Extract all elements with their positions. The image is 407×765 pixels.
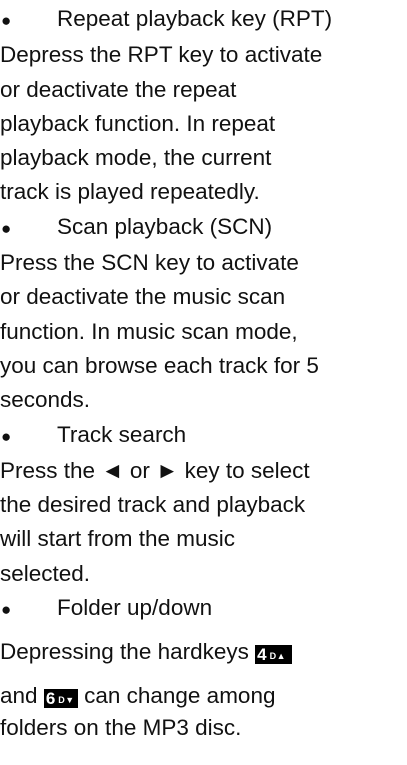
section-heading-scan: ● Scan playback (SCN)	[0, 210, 407, 246]
section-heading-folder: ● Folder up/down	[0, 591, 407, 627]
text-line: the desired track and playback	[0, 492, 306, 518]
text-line: Depress the RPT key to activate	[0, 42, 323, 68]
line-text: Depressing the hardkeys	[0, 639, 249, 665]
paragraph-repeat: Depress the RPT key to activate or deact…	[0, 38, 407, 209]
text-line: folders on the MP3 disc.	[0, 715, 242, 741]
heading-text: Repeat playback key (RPT)	[57, 6, 333, 31]
manual-page: ● Repeat playback key (RPT) Depress the R…	[0, 0, 407, 765]
key-number: 6	[45, 689, 56, 709]
line-text: can change among	[84, 683, 276, 709]
key-label: D▲	[269, 651, 287, 662]
bullet-icon: ●	[1, 426, 12, 446]
heading-text: Scan playback (SCN)	[57, 213, 273, 239]
key-number: 4	[257, 645, 267, 665]
text-line: Press the SCN key to activate	[0, 250, 299, 276]
text-line: Press the ◄ or ► key to select	[0, 457, 310, 483]
text-line: or deactivate the music scan	[0, 284, 286, 310]
text-line: selected.	[0, 560, 91, 586]
text-line: function. In music scan mode,	[0, 318, 298, 344]
text-line: you can browse each track for 5	[0, 352, 319, 378]
text-line: playback mode, the current	[0, 145, 272, 171]
heading-text: Track search	[57, 421, 187, 447]
paragraph-folder: Depressing the hardkeys 4 D▲ and 6 D▼ can …	[0, 635, 407, 743]
text-line: and 6 D▼ can change among	[0, 679, 407, 713]
text-line: seconds.	[0, 387, 91, 413]
folder-down-key-icon: 6 D▼	[43, 689, 78, 709]
heading-text: Folder up/down	[57, 595, 213, 621]
text-line: playback function. In repeat	[0, 110, 276, 136]
section-heading-repeat: ● Repeat playback key (RPT)	[0, 2, 407, 38]
text-line: will start from the music	[0, 526, 236, 552]
text-line: track is played repeatedly.	[0, 179, 260, 205]
bullet-icon: ●	[1, 600, 12, 620]
folder-up-key-icon: 4 D▲	[255, 645, 293, 665]
bullet-icon: ●	[1, 218, 12, 238]
text-line: or deactivate the repeat	[0, 76, 237, 102]
paragraph-track-search: Press the ◄ or ► key to select the desir…	[0, 454, 407, 591]
paragraph-scan: Press the SCN key to activate or deactiv…	[0, 246, 407, 417]
text-line: Depressing the hardkeys 4 D▲	[0, 635, 407, 669]
bullet-icon: ●	[1, 11, 12, 30]
section-heading-track-search: ● Track search	[0, 418, 407, 454]
line-text: and	[0, 683, 38, 709]
key-label: D▼	[58, 695, 75, 706]
